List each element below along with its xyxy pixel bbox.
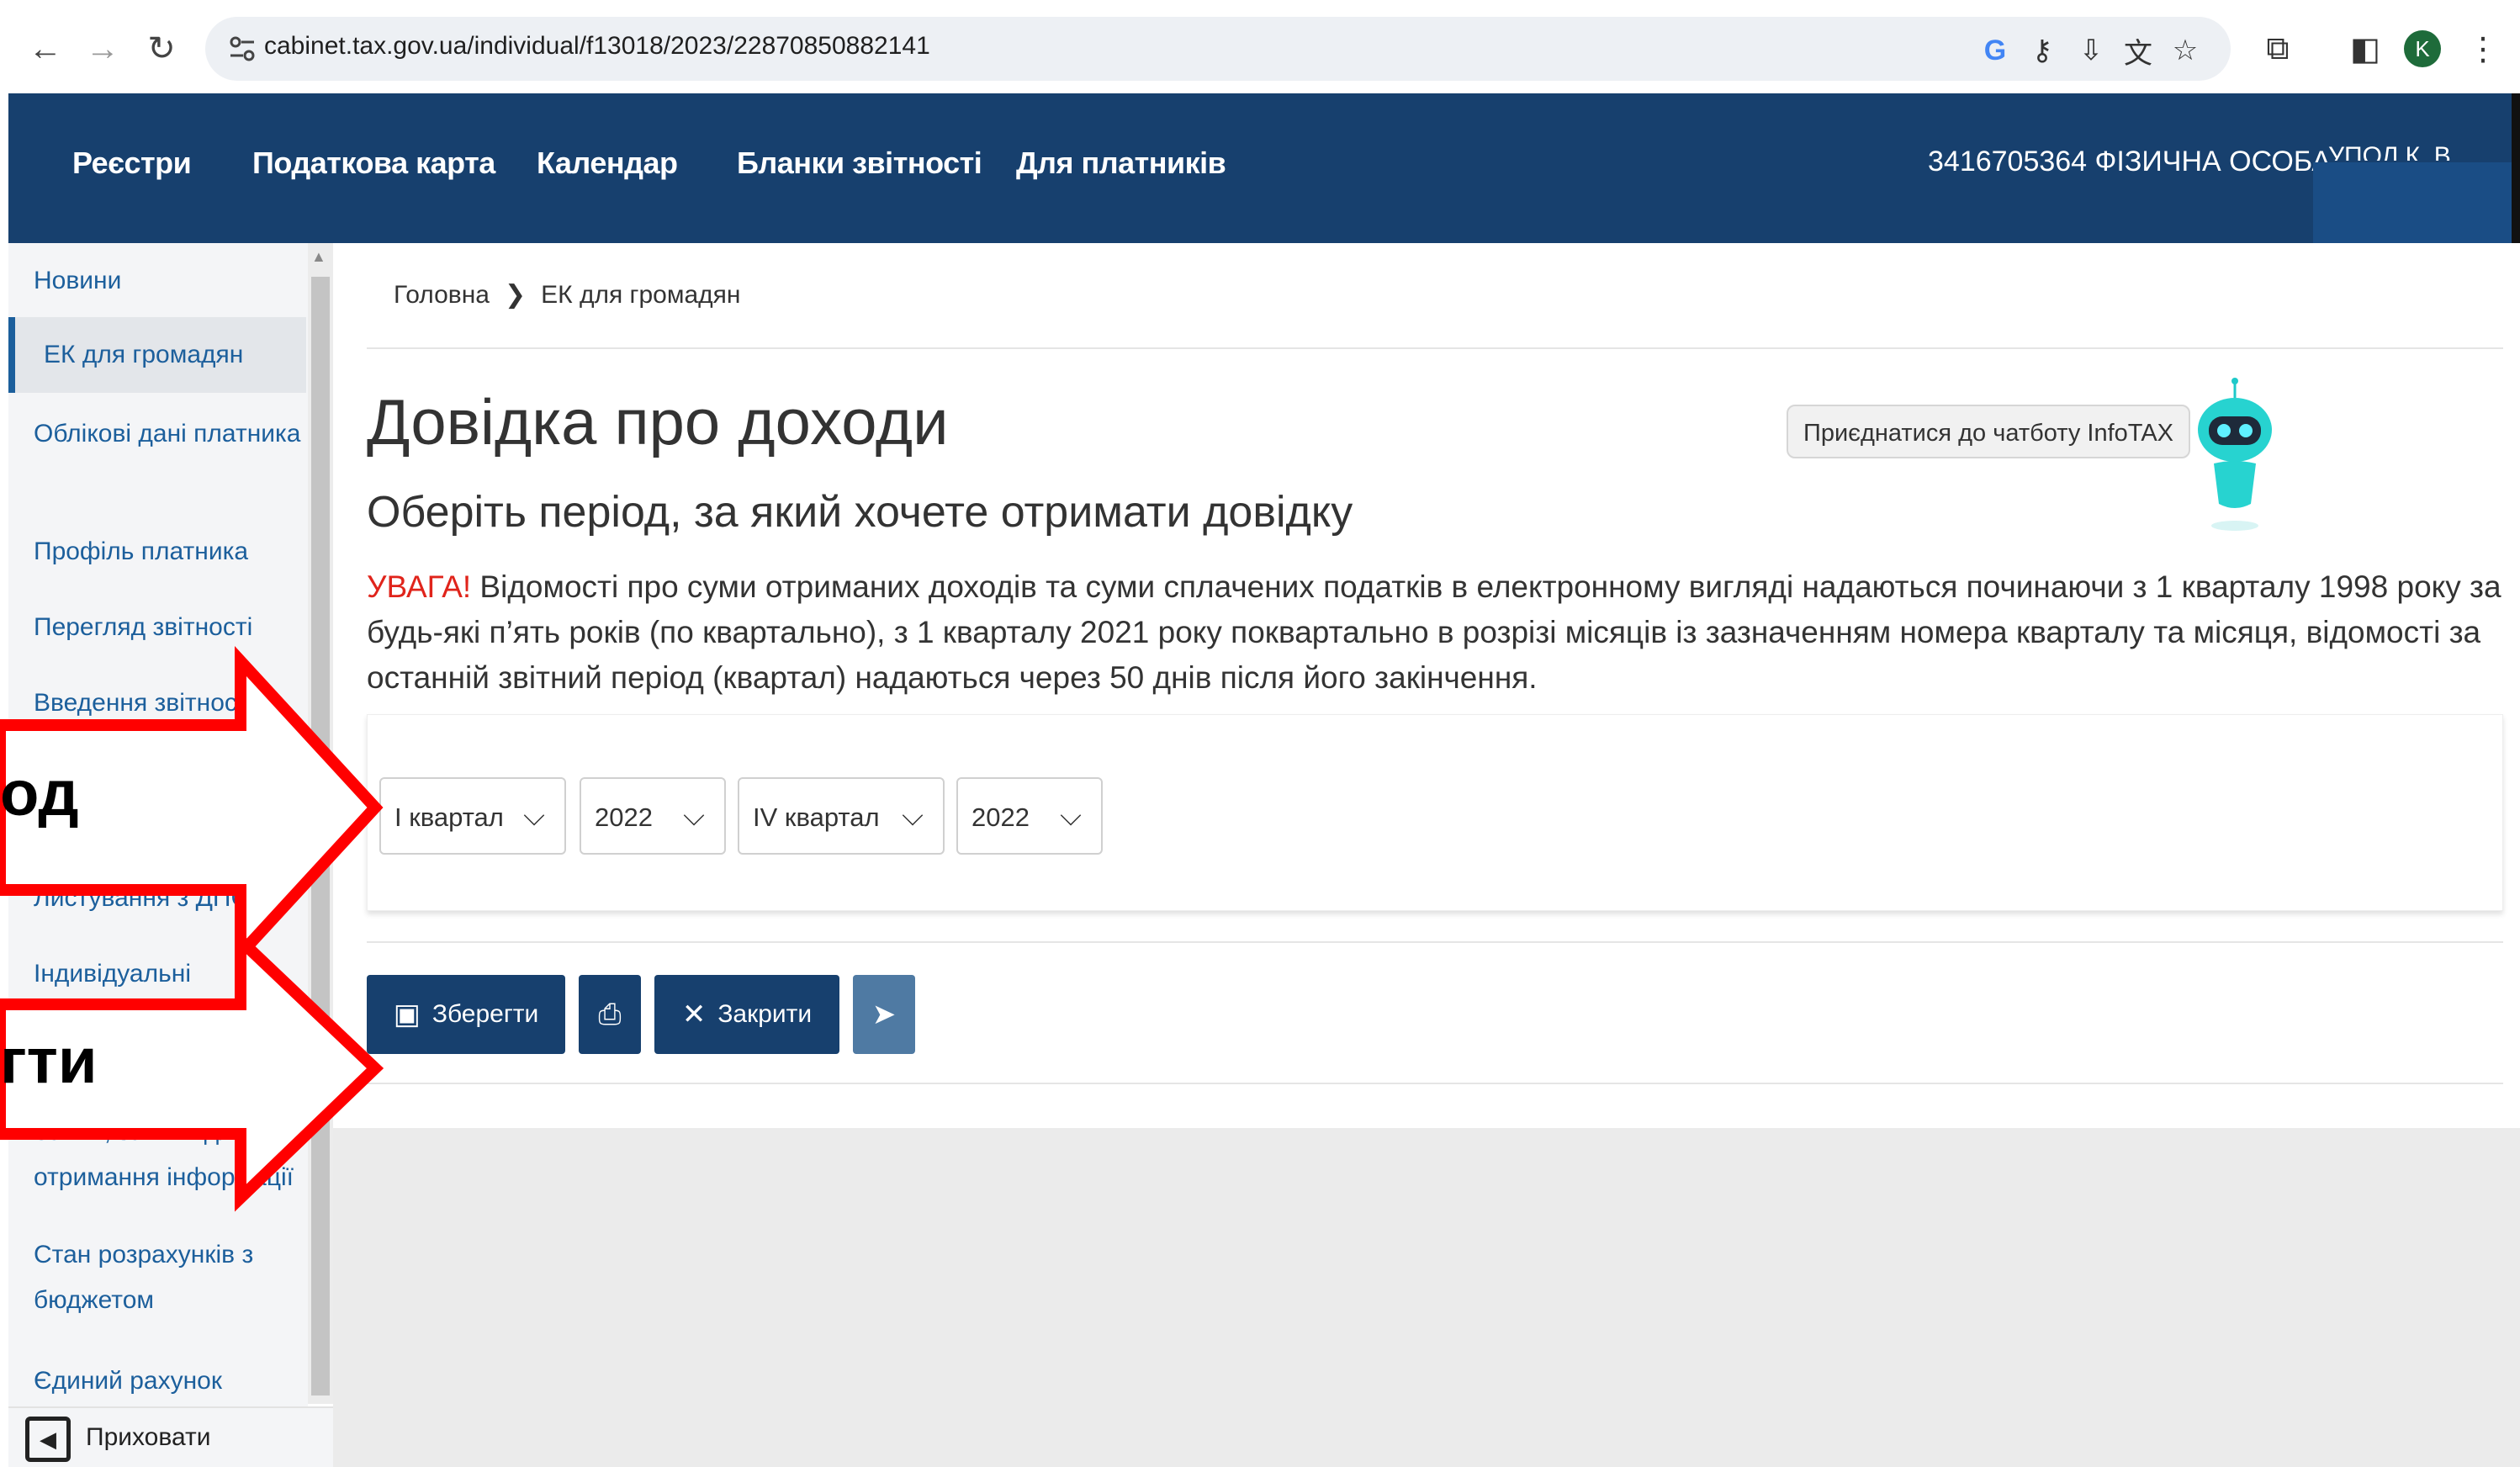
actions-divider-bottom bbox=[367, 1083, 2503, 1084]
install-app-icon[interactable]: ⇩ bbox=[2073, 32, 2110, 69]
sidebar-item-news[interactable]: Новини bbox=[34, 258, 303, 304]
close-button-label: Закрити bbox=[717, 1000, 813, 1028]
to-year-select[interactable]: 2022 ⌵ bbox=[956, 777, 1103, 855]
sidebar-item-account-data[interactable]: Облікові дані платника bbox=[34, 411, 303, 457]
from-year-value: 2022 bbox=[595, 802, 653, 832]
address-bar[interactable]: cabinet.tax.gov.ua/individual/f13018/202… bbox=[205, 17, 2231, 81]
sidebar-scrollbar[interactable]: ▲ bbox=[308, 243, 333, 1404]
user-name[interactable]: УПОЛ К. В. bbox=[2328, 142, 2458, 161]
window-edge bbox=[2512, 93, 2520, 243]
actions-divider-top bbox=[367, 941, 2503, 943]
reload-icon[interactable]: ↻ bbox=[138, 25, 185, 72]
annotation-text-2: гти bbox=[0, 1025, 98, 1097]
chevron-down-icon: ⌵ bbox=[1060, 799, 1082, 832]
header-divider bbox=[367, 347, 2503, 349]
profile-avatar[interactable]: K bbox=[2404, 30, 2441, 67]
chevron-down-icon: ⌵ bbox=[902, 799, 924, 832]
translate-icon[interactable]: 文 bbox=[2120, 32, 2157, 70]
print-button[interactable]: ⎙ bbox=[579, 975, 641, 1054]
to-quarter-value: IV квартал bbox=[753, 802, 880, 832]
bookmark-star-icon[interactable]: ☆ bbox=[2167, 32, 2204, 69]
page-footer-area bbox=[333, 1128, 2520, 1467]
chatbot-join-button[interactable]: Приєднатися до чатботу InfoTAX bbox=[1787, 405, 2191, 458]
extensions-icon[interactable]: ⧉ bbox=[2256, 27, 2300, 71]
printer-icon: ⎙ bbox=[598, 998, 622, 1030]
warning-label: УВАГА! bbox=[367, 569, 472, 604]
browser-toolbar: ← → ↻ cabinet.tax.gov.ua/individual/f130… bbox=[0, 0, 2520, 93]
google-icon[interactable]: G bbox=[1977, 32, 2014, 69]
sidebar-item-single-account[interactable]: Єдиний рахунок bbox=[34, 1358, 303, 1404]
header-user-block bbox=[2313, 162, 2520, 243]
close-button[interactable]: ✕ Закрити bbox=[654, 975, 839, 1054]
scroll-up-icon[interactable]: ▲ bbox=[311, 248, 326, 266]
hide-sidebar-button[interactable]: ◀ Приховати bbox=[8, 1406, 333, 1467]
site-settings-icon[interactable] bbox=[220, 27, 264, 71]
warning-body: Відомості про суми отриманих доходів та … bbox=[367, 569, 2501, 695]
chevron-down-icon: ⌵ bbox=[683, 799, 705, 832]
collapse-left-icon: ◀ bbox=[25, 1417, 71, 1462]
nav-report-forms[interactable]: Бланки звітності bbox=[737, 146, 982, 181]
breadcrumb: Головна ❯ ЕК для громадян bbox=[394, 280, 740, 310]
close-icon: ✕ bbox=[681, 998, 707, 1030]
nav-registries[interactable]: Реєстри bbox=[72, 146, 192, 181]
taxpayer-id: 3416705364 ФІЗИЧНА ОСОБА bbox=[1928, 146, 2332, 177]
sidebar-item-budget-settlements[interactable]: Стан розрахунків з бюджетом bbox=[34, 1232, 303, 1323]
save-button-label: Зберегти bbox=[431, 1000, 539, 1028]
site-header: Реєстри Податкова карта Календар Бланки … bbox=[8, 93, 2520, 243]
menu-kebab-icon[interactable]: ⋮ bbox=[2461, 27, 2505, 71]
password-key-icon[interactable]: ⚷ bbox=[2024, 32, 2061, 69]
nav-calendar[interactable]: Календар bbox=[537, 146, 678, 181]
sidebar-item-correspondence[interactable]: Листування з ДПС bbox=[34, 876, 303, 921]
sidebar-item-enter-reports[interactable]: Введення звітності bbox=[34, 681, 303, 726]
to-year-value: 2022 bbox=[971, 802, 1030, 832]
scroll-thumb[interactable] bbox=[311, 277, 330, 1396]
side-panel-icon[interactable]: ◧ bbox=[2343, 27, 2387, 71]
from-year-select[interactable]: 2022 ⌵ bbox=[580, 777, 726, 855]
period-filter-card: І квартал ⌵ 2022 ⌵ IV квартал ⌵ 2022 ⌵ bbox=[367, 714, 2503, 911]
save-button[interactable]: ▣ Зберегти bbox=[367, 975, 565, 1054]
sidebar-item-ek-citizens[interactable]: ЕК для громадян bbox=[44, 332, 313, 378]
from-quarter-value: І квартал bbox=[394, 802, 504, 832]
sidebar-item-payer-profile[interactable]: Профіль платника bbox=[34, 529, 303, 575]
breadcrumb-home[interactable]: Головна bbox=[394, 281, 490, 309]
breadcrumb-chevron-icon: ❯ bbox=[504, 281, 527, 309]
send-button[interactable]: ➤ bbox=[853, 975, 915, 1054]
page-title: Довідка про доходи bbox=[367, 387, 949, 458]
chevron-down-icon: ⌵ bbox=[523, 799, 545, 832]
sidebar-item-view-reports[interactable]: Перегляд звітності bbox=[34, 605, 303, 650]
to-quarter-select[interactable]: IV квартал ⌵ bbox=[738, 777, 945, 855]
url-text[interactable]: cabinet.tax.gov.ua/individual/f13018/202… bbox=[264, 32, 930, 61]
breadcrumb-current: ЕК для громадян bbox=[541, 281, 741, 309]
nav-tax-map[interactable]: Податкова карта bbox=[252, 146, 495, 181]
annotation-text-1: од bbox=[0, 758, 79, 829]
chatbot-robot-icon[interactable] bbox=[2189, 378, 2281, 538]
nav-for-payers[interactable]: Для платників bbox=[1016, 146, 1226, 181]
floppy-disk-icon: ▣ bbox=[393, 998, 421, 1030]
back-icon[interactable]: ← bbox=[22, 25, 69, 72]
sidebar-item-requests[interactable]: Заяви, запити для отримання інформації bbox=[34, 1110, 303, 1200]
warning-text: УВАГА! Відомості про суми отриманих дохо… bbox=[367, 564, 2503, 701]
page-subtitle: Оберіть період, за який хочете отримати … bbox=[367, 488, 1353, 537]
sidebar-item-individual[interactable]: Індивідуальні bbox=[34, 951, 303, 997]
from-quarter-select[interactable]: І квартал ⌵ bbox=[379, 777, 566, 855]
forward-icon[interactable]: → bbox=[79, 25, 126, 72]
main-content: Головна ❯ ЕК для громадян Довідка про дохо… bbox=[333, 243, 2520, 1467]
sidebar: Новини ЕК для громадян Облікові дані пла… bbox=[8, 243, 308, 1467]
paper-plane-icon: ➤ bbox=[871, 998, 897, 1030]
hide-sidebar-label: Приховати bbox=[86, 1423, 211, 1451]
